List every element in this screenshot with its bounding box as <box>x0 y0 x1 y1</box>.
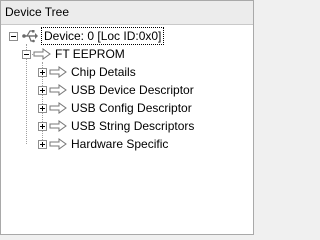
arrow-right-icon <box>49 84 67 96</box>
tree-node-label: Device: 0 [Loc ID:0x0] <box>40 27 165 45</box>
tree-node-label: USB String Descriptors <box>71 119 195 133</box>
collapse-toggle[interactable] <box>9 31 18 41</box>
tree-node-label: Chip Details <box>71 65 136 79</box>
expand-toggle[interactable] <box>38 67 47 77</box>
tree-node-label: FT EEPROM <box>55 47 125 61</box>
arrow-right-icon <box>49 138 67 150</box>
arrow-right-icon <box>49 120 67 132</box>
expand-toggle[interactable] <box>38 139 47 149</box>
expand-toggle[interactable] <box>38 103 47 113</box>
tree-node-ft-eeprom[interactable]: FT EEPROM <box>22 45 125 63</box>
tree-node-usb-string-descriptors[interactable]: USB String Descriptors <box>38 117 194 135</box>
arrow-right-icon <box>33 48 51 60</box>
device-tree[interactable]: Device: 0 [Loc ID:0x0] FT EEPROM Chip De… <box>1 25 253 234</box>
tree-node-usb-config-descriptor[interactable]: USB Config Descriptor <box>38 99 192 117</box>
panel-title: Device Tree <box>5 5 70 19</box>
tree-node-chip-details[interactable]: Chip Details <box>38 63 136 81</box>
tree-node-device-0[interactable]: Device: 0 [Loc ID:0x0] <box>9 27 165 45</box>
tree-node-label: USB Config Descriptor <box>71 101 192 115</box>
tree-node-label: USB Device Descriptor <box>71 83 194 97</box>
arrow-right-icon <box>49 102 67 114</box>
panel-header: Device Tree <box>1 1 253 25</box>
device-tree-panel: Device Tree Device: 0 [Loc ID:0x0] FT EE… <box>0 0 254 235</box>
arrow-right-icon <box>49 66 67 78</box>
collapse-toggle[interactable] <box>22 49 31 59</box>
usb-icon <box>22 30 38 43</box>
expand-toggle[interactable] <box>38 85 47 95</box>
tree-node-label: Hardware Specific <box>71 137 169 151</box>
tree-node-hardware-specific[interactable]: Hardware Specific <box>38 135 168 153</box>
expand-toggle[interactable] <box>38 121 47 131</box>
tree-node-usb-device-descriptor[interactable]: USB Device Descriptor <box>38 81 194 99</box>
